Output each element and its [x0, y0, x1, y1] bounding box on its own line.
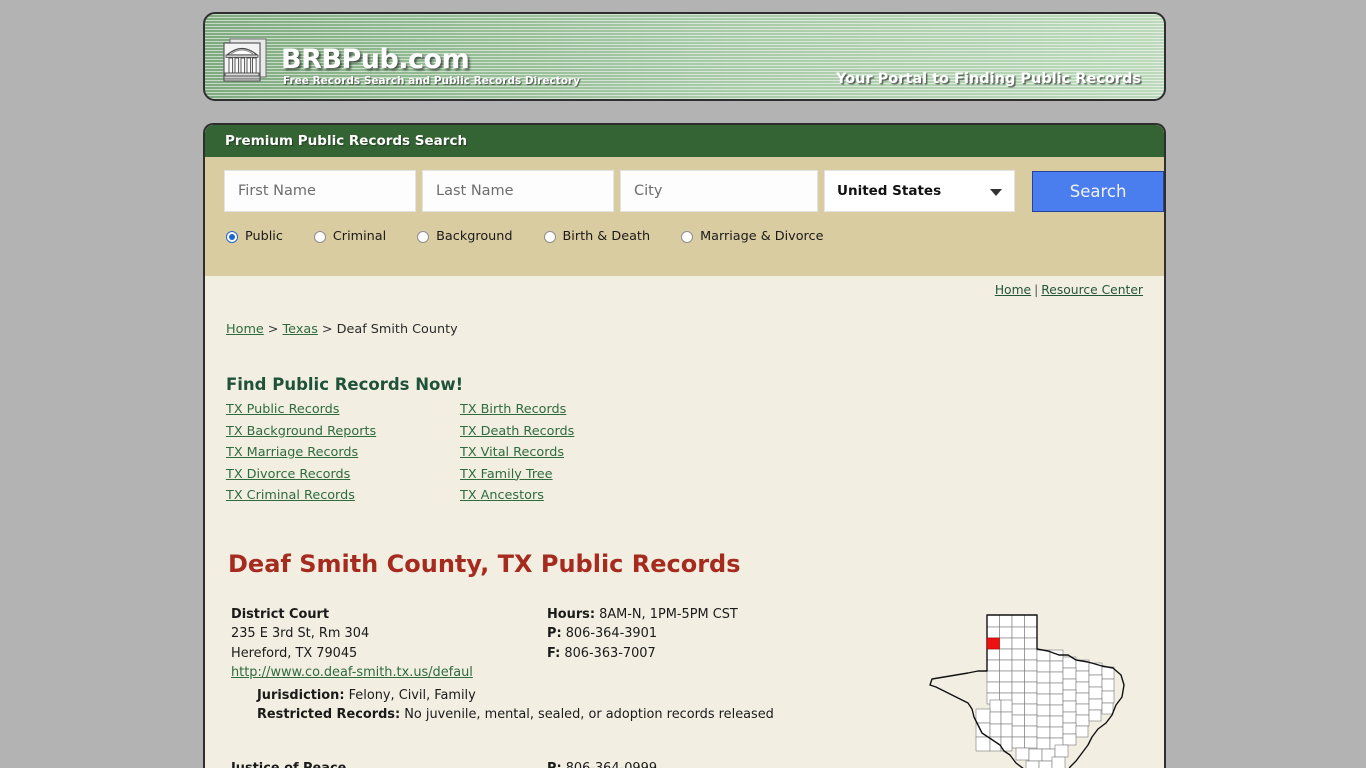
page-title: Deaf Smith County, TX Public Records — [228, 549, 741, 578]
utility-links: Home | Resource Center — [205, 276, 1164, 297]
radio-birth-death-label: Birth & Death — [562, 229, 651, 244]
radio-criminal[interactable]: Criminal — [313, 229, 387, 244]
radio-public-indicator[interactable] — [226, 230, 238, 243]
record-type-radio-group: Public Criminal Background Birth & Death — [205, 229, 1164, 244]
record-district-court-jurisdiction-label: Jurisdiction: — [257, 687, 345, 703]
radio-public-label: Public — [245, 229, 283, 244]
radio-background-indicator[interactable] — [417, 230, 430, 243]
highlighted-county-marker — [986, 637, 1000, 649]
texas-county-map — [916, 605, 1141, 768]
brand-name[interactable]: BRBPub.com — [281, 44, 470, 75]
breadcrumb-home[interactable]: Home — [226, 322, 264, 337]
record-district-court-address: 235 E 3rd St, Rm 304 — [231, 626, 370, 641]
main-panel: Premium Public Records Search United Sta… — [203, 123, 1166, 768]
record-district-court-restricted: No juvenile, mental, sealed, or adoption… — [404, 707, 774, 722]
records-list: District Court 235 E 3rd St, Rm 304 Here… — [205, 605, 1164, 768]
radio-marriage-divorce[interactable]: Marriage & Divorce — [681, 229, 823, 244]
first-name-input[interactable] — [224, 170, 416, 212]
content-area: Home | Resource Center Home > Texas > Deaf Smi… — [205, 276, 1164, 768]
link-tx-criminal-records[interactable]: TX Criminal Records — [226, 486, 460, 506]
utility-link-resource-center[interactable]: Resource Center — [1041, 283, 1143, 297]
panel-title: Premium Public Records Search — [205, 125, 1164, 157]
record-justice-of-peace-name: Justice of Peace — [231, 760, 347, 768]
find-records-heading: Find Public Records Now! — [226, 375, 464, 394]
radio-criminal-label: Criminal — [332, 229, 387, 244]
radio-background-label: Background — [436, 229, 513, 244]
record-district-court-name: District Court — [231, 606, 330, 622]
record-district-court-hours-label: Hours: — [547, 606, 596, 622]
courthouse-icon — [222, 36, 268, 84]
record-district-court-restricted-label: Restricted Records: — [257, 707, 401, 722]
record-district-court-fax-label: F: — [547, 645, 561, 661]
sidebar: Additional Resources — [908, 605, 1148, 768]
page-root: BRBPub.com Free Records Search and Publi… — [0, 0, 1366, 768]
record-district-court-right: Hours: 8AM-N, 1PM-5PM CST P: 806-364-390… — [547, 605, 877, 683]
link-tx-death-records[interactable]: TX Death Records — [460, 422, 1164, 442]
link-tx-public-records[interactable]: TX Public Records — [226, 400, 460, 420]
last-name-input[interactable] — [422, 170, 614, 212]
header-slogan: Your Portal to Finding Public Records — [836, 71, 1141, 87]
utility-link-separator: | — [1034, 283, 1039, 297]
record-district-court-jurisdiction: Felony, Civil, Family — [348, 687, 476, 703]
search-fields-row: United States Search — [205, 170, 1164, 212]
country-select-value: United States — [837, 183, 942, 199]
record-justice-of-peace-phone: 806-364-0999 — [565, 760, 658, 768]
record-justice-of-peace-left: Justice of Peace 235 E 3rd, Rm 100 Heref… — [231, 759, 547, 768]
record-district-court-phone: 806-364-3901 — [565, 626, 658, 641]
site-container: BRBPub.com Free Records Search and Publi… — [203, 0, 1166, 768]
city-input[interactable] — [620, 170, 818, 212]
search-button[interactable]: Search — [1032, 170, 1164, 212]
find-records-link-grid: TX Public Records TX Birth Records TX Ba… — [226, 400, 1164, 506]
link-tx-ancestors[interactable]: TX Ancestors — [460, 486, 1164, 506]
site-header-banner: BRBPub.com Free Records Search and Publi… — [203, 12, 1166, 101]
radio-birth-death-indicator[interactable] — [543, 230, 556, 243]
find-records-section: Find Public Records Now! TX Public Recor… — [226, 375, 1164, 506]
chevron-down-icon — [990, 189, 1003, 196]
link-tx-marriage-records[interactable]: TX Marriage Records — [226, 443, 460, 463]
record-district-court-phone-label: P: — [547, 626, 562, 641]
record-district-court-hours: 8AM-N, 1PM-5PM CST — [599, 606, 738, 622]
link-tx-background-reports[interactable]: TX Background Reports — [226, 422, 460, 442]
search-bar: United States Search Public Criminal — [205, 157, 1164, 276]
country-select[interactable]: United States — [824, 170, 1016, 212]
breadcrumb-texas[interactable]: Texas — [283, 322, 318, 337]
radio-birth-death[interactable]: Birth & Death — [543, 229, 651, 244]
breadcrumb-sep-2: > — [321, 322, 333, 337]
record-district-court-left: District Court 235 E 3rd St, Rm 304 Here… — [231, 605, 547, 683]
record-district-court-citystatezip: Hereford, TX 79045 — [231, 645, 358, 661]
utility-link-home[interactable]: Home — [995, 283, 1031, 297]
link-tx-birth-records[interactable]: TX Birth Records — [460, 400, 1164, 420]
link-tx-family-tree[interactable]: TX Family Tree — [460, 465, 1164, 485]
radio-criminal-indicator[interactable] — [313, 230, 326, 243]
link-tx-vital-records[interactable]: TX Vital Records — [460, 443, 1164, 463]
link-tx-divorce-records[interactable]: TX Divorce Records — [226, 465, 460, 485]
radio-background[interactable]: Background — [417, 229, 513, 244]
breadcrumb-sep-1: > — [267, 322, 279, 337]
radio-public[interactable]: Public — [226, 229, 283, 244]
breadcrumb: Home > Texas > Deaf Smith County — [205, 297, 1164, 337]
record-justice-of-peace-right: P: 806-364-0999 F: 806-363-7037 — [547, 759, 877, 768]
breadcrumb-current: Deaf Smith County — [336, 322, 458, 337]
record-district-court-website[interactable]: http://www.co.deaf-smith.tx.us/defaul — [231, 665, 473, 680]
radio-marriage-divorce-label: Marriage & Divorce — [700, 229, 824, 244]
record-justice-of-peace-phone-label: P: — [547, 760, 562, 768]
radio-marriage-divorce-indicator[interactable] — [681, 230, 694, 243]
brand-tagline: Free Records Search and Public Records D… — [283, 75, 580, 87]
record-district-court-fax: 806-363-7007 — [564, 645, 656, 661]
